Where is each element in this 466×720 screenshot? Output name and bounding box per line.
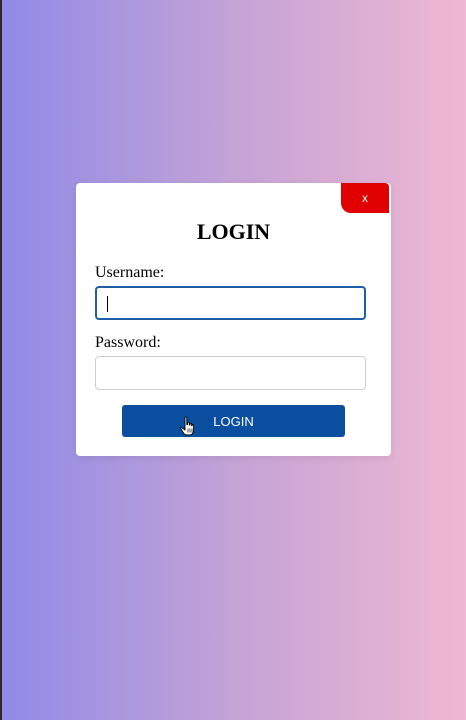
password-label: Password: bbox=[95, 334, 161, 351]
text-caret bbox=[107, 296, 108, 312]
username-label: Username: bbox=[95, 264, 165, 281]
login-title: LOGIN bbox=[196, 219, 271, 244]
close-button[interactable]: x bbox=[341, 183, 389, 213]
password-input[interactable] bbox=[95, 356, 366, 390]
login-modal: x LOGIN Username: Password: LOGIN bbox=[76, 183, 391, 456]
window-left-edge bbox=[0, 0, 2, 720]
login-button[interactable]: LOGIN bbox=[122, 405, 345, 437]
username-input[interactable] bbox=[95, 286, 366, 320]
